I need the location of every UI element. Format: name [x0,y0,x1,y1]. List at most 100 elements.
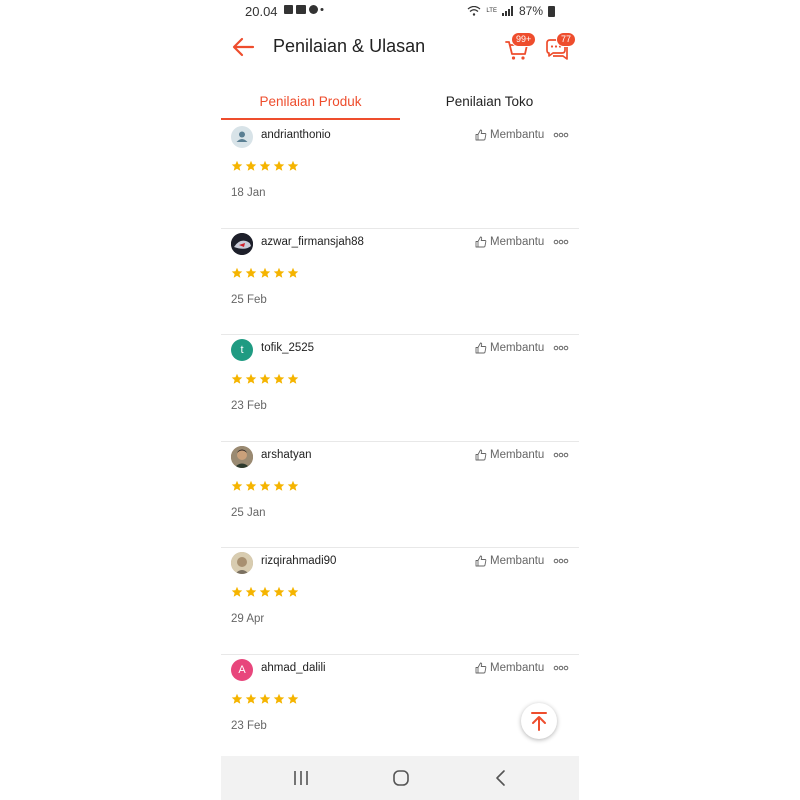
avatar[interactable] [231,232,253,255]
chevron-left-icon [496,770,505,786]
review-item: t tofik_2525 Membantu 23 Feb [221,335,579,442]
helpful-label: Membantu [490,342,545,354]
star-icon [245,693,257,704]
cart-badge: 99+ [511,32,537,47]
helpful-label: Membantu [490,661,545,674]
more-options-button[interactable] [553,128,569,142]
avatar[interactable] [231,445,253,468]
signal-icon [501,6,513,16]
tab-product-reviews[interactable]: Penilaian Produk [221,82,400,120]
active-tab-indicator [221,118,400,120]
review-date: 18 Jan [231,187,266,199]
star-icon [273,267,285,278]
thumbs-up-icon [475,662,487,673]
more-dots-icon [553,665,569,670]
star-icon [231,373,243,384]
back-button[interactable] [231,34,257,60]
notification-icons [284,4,324,18]
back-nav-button[interactable] [489,766,513,790]
star-rating [231,586,299,600]
avatar-letter: t [240,344,244,356]
avatar[interactable]: A [231,658,253,681]
review-date: 25 Feb [231,293,267,306]
wifi-icon [467,6,481,16]
star-icon [259,267,271,278]
helpful-label: Membantu [490,235,545,248]
review-username: ahmad_dalili [261,661,326,674]
avatar[interactable] [231,552,253,574]
thumbs-up-icon [475,129,487,141]
review-date: 25 Jan [231,506,266,519]
more-dots-icon [553,558,569,564]
review-date: 29 Apr [231,613,265,625]
more-options-button[interactable] [553,341,569,355]
notification-icons-svg [284,5,324,14]
helpful-button[interactable]: Membantu [475,342,544,354]
review-list: andrianthonio Membantu 18 Jan azwar_firm… [221,122,579,761]
review-item: rizqirahmadi90 Membantu 29 Apr [221,548,579,655]
star-icon [287,373,299,384]
home-icon [393,770,409,786]
review-username: azwar_firmansjah88 [261,235,364,248]
app-header: Penilaian & Ulasan 99+ 77 [221,24,579,72]
default-user-icon [236,131,248,142]
helpful-button[interactable]: Membantu [475,236,544,248]
star-icon [259,160,271,171]
star-icon [245,373,257,384]
more-dots-icon [553,345,569,351]
review-item: andrianthonio Membantu 18 Jan [221,122,579,229]
review-username: arshatyan [261,448,312,461]
review-username: tofik_2525 [261,342,315,354]
star-icon [259,586,271,597]
status-right: LTE 87% [467,4,555,18]
review-date: 23 Feb [231,719,267,732]
tab-store-reviews[interactable]: Penilaian Toko [400,82,579,120]
star-icon [287,267,299,278]
avatar[interactable]: t [231,339,253,361]
user-photo-icon [231,552,253,574]
home-button[interactable] [389,766,413,790]
recent-apps-button[interactable] [289,766,313,790]
star-icon [287,480,299,491]
star-icon [231,586,243,597]
avatar-letter: A [238,663,246,676]
review-item: arshatyan Membantu 25 Jan [221,442,579,548]
user-photo-icon [231,445,253,468]
helpful-button[interactable]: Membantu [475,662,544,674]
recent-apps-icon [294,771,308,785]
system-navigation-bar [221,756,579,800]
scroll-to-top-button[interactable] [521,703,557,739]
helpful-button[interactable]: Membantu [475,449,544,461]
more-options-button[interactable] [553,448,569,462]
thumbs-up-icon [475,342,487,354]
star-rating [231,160,299,174]
more-dots-icon [553,452,569,457]
star-rating [231,373,299,387]
helpful-label: Membantu [490,448,545,461]
star-rating [231,267,299,281]
more-options-button[interactable] [553,554,569,568]
star-icon [259,693,271,704]
helpful-button[interactable]: Membantu [475,129,544,141]
star-icon [259,480,271,491]
more-options-button[interactable] [553,235,569,249]
more-options-button[interactable] [553,661,569,675]
arrow-up-icon [531,712,547,731]
review-tabs: Penilaian Produk Penilaian Toko [221,82,579,122]
page-title: Penilaian & Ulasan [273,36,426,56]
status-time: 20.04 [245,4,278,19]
star-icon [273,160,285,171]
star-icon [287,693,299,704]
star-icon [231,480,243,491]
helpful-button[interactable]: Membantu [475,555,544,567]
star-icon [231,267,243,278]
thumbs-up-icon [475,555,487,567]
review-item: azwar_firmansjah88 Membantu 25 Feb [221,229,579,335]
star-icon [245,586,257,597]
avatar[interactable] [231,126,253,148]
more-dots-icon [553,132,569,138]
helpful-label: Membantu [490,129,545,141]
thumbs-up-icon [475,236,487,247]
star-icon [273,586,285,597]
star-icon [273,693,285,704]
